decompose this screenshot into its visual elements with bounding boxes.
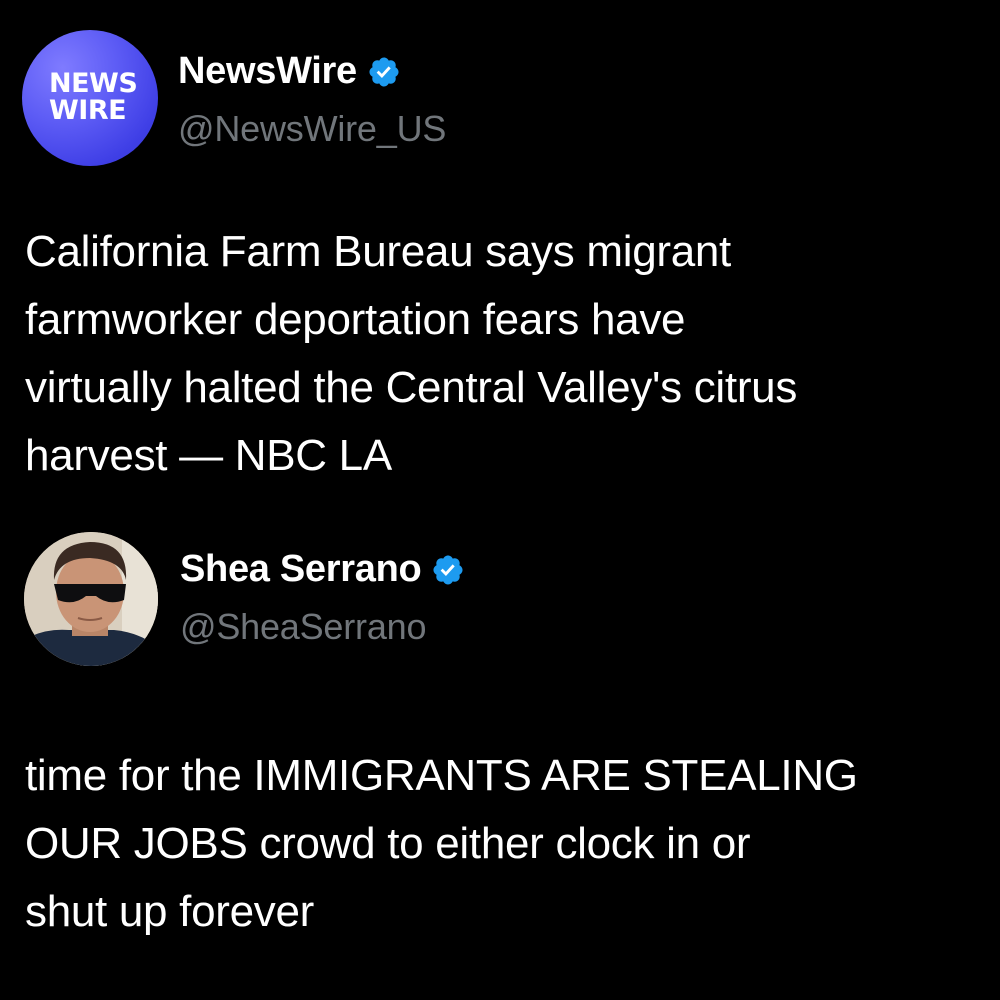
newswire-post: NEWS WIRE NewsWire @NewsWire_US Californ… [0, 0, 1000, 520]
tweet-line: farmworker deportation fears have [25, 295, 686, 344]
shea-serrano-avatar[interactable] [24, 532, 158, 666]
newswire-logo-line-2: WIRE [49, 95, 127, 126]
shea-serrano-handle[interactable]: @SheaSerrano [180, 606, 426, 648]
newswire-name-row: NewsWire [178, 50, 401, 93]
tweet-line: time for the IMMIGRANTS ARE STEALING [25, 751, 858, 800]
shea-serrano-display-name[interactable]: Shea Serrano [180, 548, 422, 591]
tweet-line: shut up forever [25, 887, 314, 936]
tweet-line: California Farm Bureau says migrant [25, 227, 731, 276]
tweet-line: virtually halted the Central Valley's ci… [25, 363, 798, 412]
shea-serrano-name-row: Shea Serrano [180, 548, 465, 591]
newswire-logo-line-1: NEWS [49, 68, 138, 99]
verified-badge-icon [369, 56, 399, 87]
newswire-logo: NEWS WIRE [49, 68, 138, 126]
newswire-tweet-text: California Farm Bureau says migrant farm… [25, 218, 985, 490]
profile-photo-icon [24, 532, 158, 666]
shea-serrano-tweet-text: time for the IMMIGRANTS ARE STEALING OUR… [25, 742, 985, 946]
newswire-handle[interactable]: @NewsWire_US [178, 108, 446, 150]
tweet-line: harvest — NBC LA [25, 431, 392, 480]
tweet-line: OUR JOBS crowd to either clock in or [25, 819, 751, 868]
verified-badge-icon [433, 554, 463, 585]
newswire-display-name[interactable]: NewsWire [178, 50, 357, 93]
newswire-avatar[interactable]: NEWS WIRE [22, 30, 158, 166]
